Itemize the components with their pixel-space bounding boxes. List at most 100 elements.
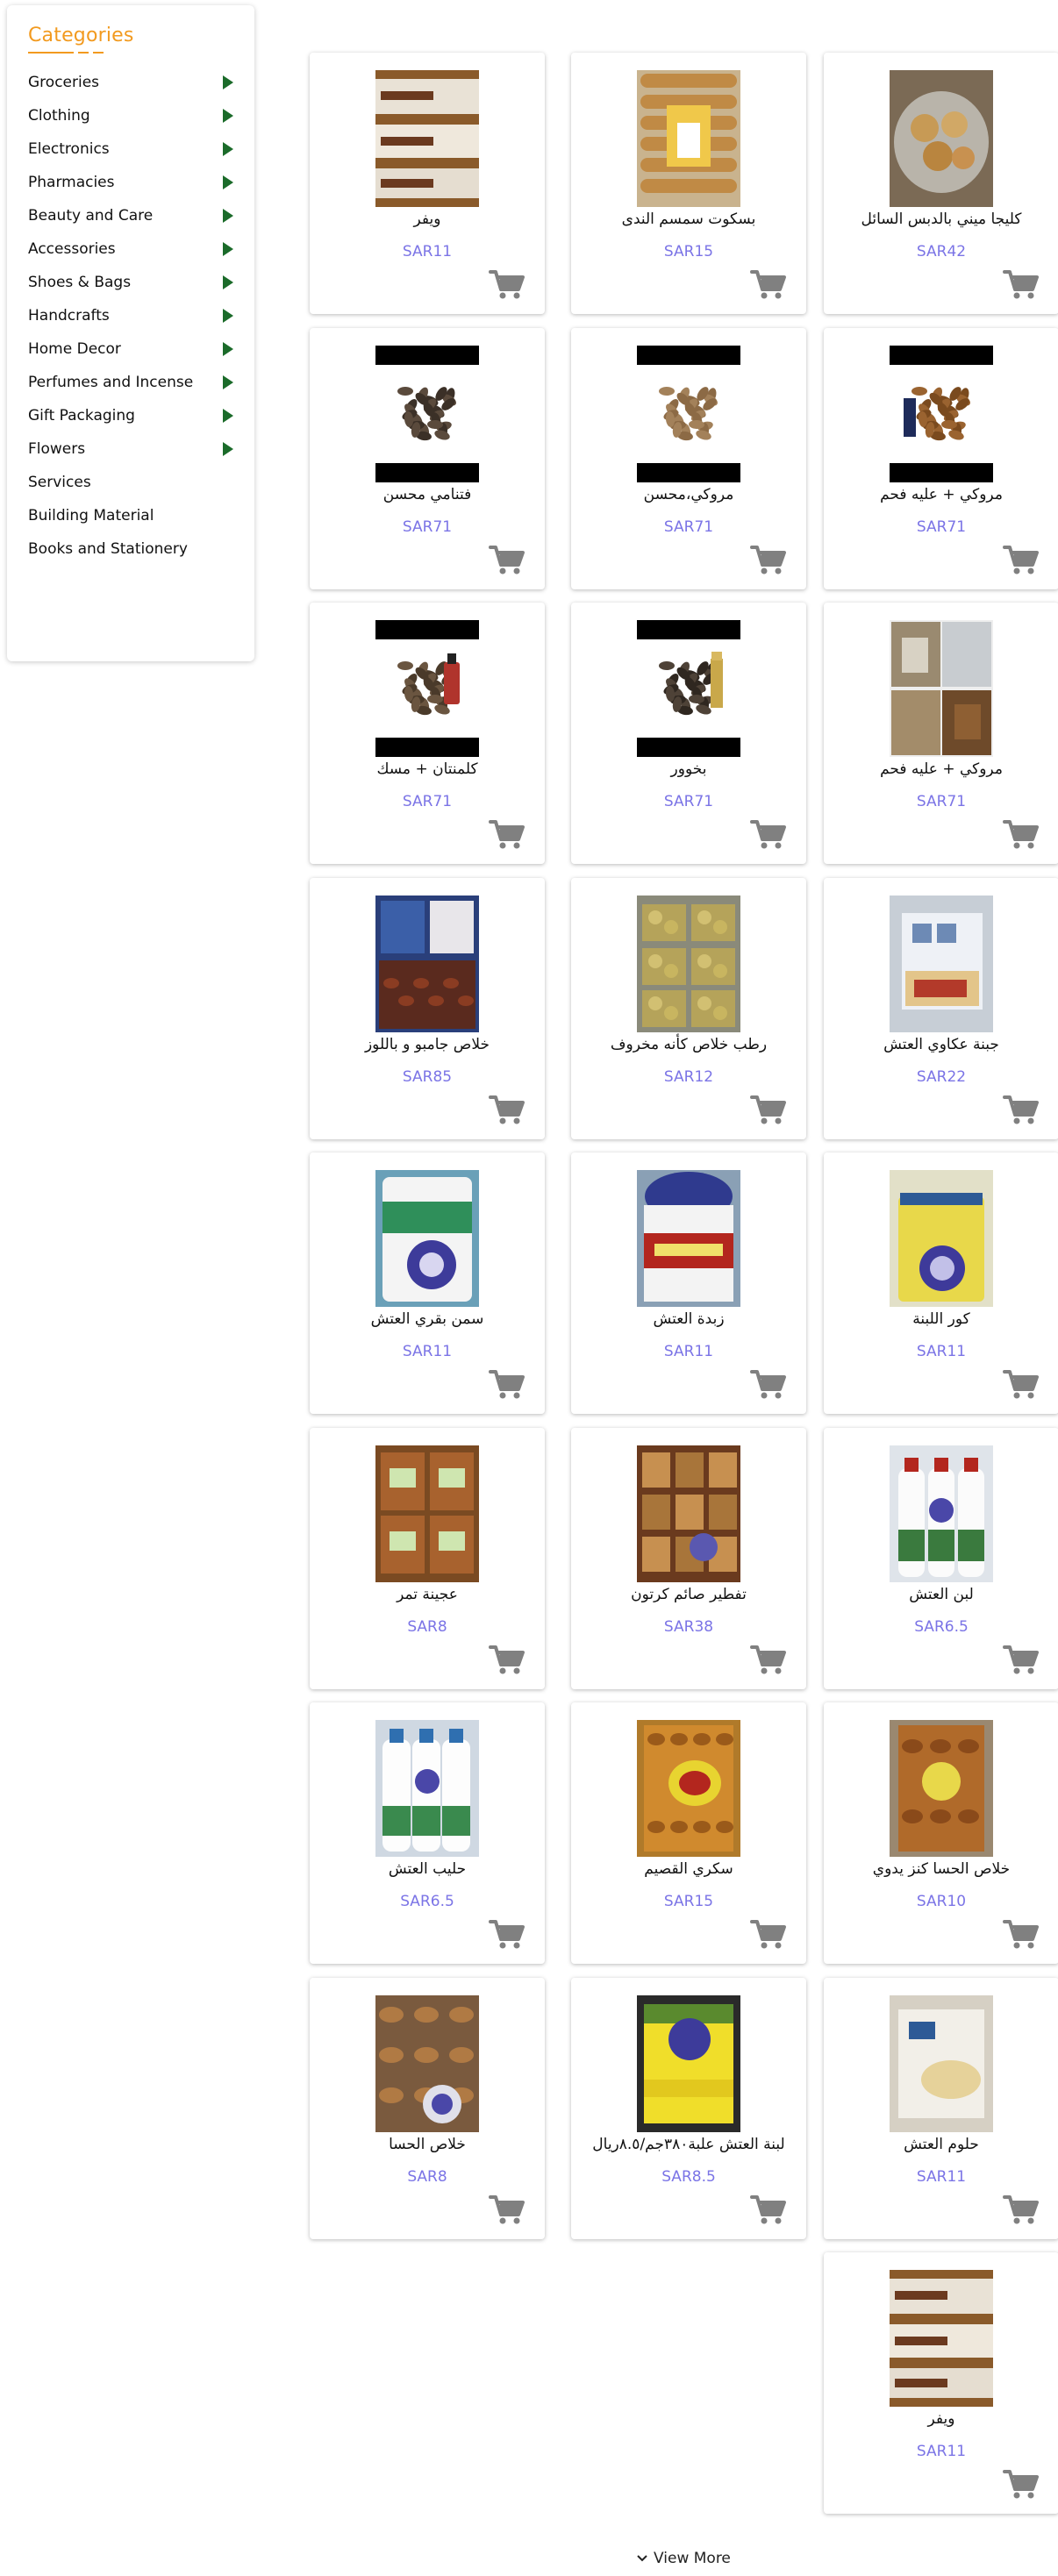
product-image[interactable]: [375, 1445, 479, 1582]
product-image[interactable]: [890, 896, 993, 1032]
add-to-cart-icon[interactable]: [1003, 1644, 1040, 1675]
product-card[interactable]: حليب العتش SAR6.5: [310, 1702, 545, 1964]
product-name[interactable]: كليجا ميني بالدبس السائل: [824, 211, 1058, 228]
product-card[interactable]: كور اللبنة SAR11: [824, 1152, 1058, 1414]
add-to-cart-icon[interactable]: [489, 818, 525, 850]
product-name[interactable]: سمن بقري العتش: [310, 1310, 545, 1328]
product-name[interactable]: بخوور: [571, 760, 806, 778]
product-image[interactable]: [890, 2270, 993, 2407]
expand-arrow-icon[interactable]: [223, 409, 233, 423]
add-to-cart-icon[interactable]: [1003, 1918, 1040, 1950]
product-name[interactable]: تفطير صائم كرتون: [571, 1586, 806, 1603]
product-image[interactable]: [637, 1445, 740, 1582]
category-item[interactable]: Accessories: [28, 232, 235, 266]
product-card[interactable]: زبدة العتش SAR11: [571, 1152, 806, 1414]
add-to-cart-icon[interactable]: [750, 2194, 787, 2225]
add-to-cart-icon[interactable]: [750, 818, 787, 850]
category-item[interactable]: Pharmacies: [28, 166, 235, 199]
add-to-cart-icon[interactable]: [489, 268, 525, 300]
product-image[interactable]: [375, 896, 479, 1032]
product-image[interactable]: [637, 1720, 740, 1857]
product-name[interactable]: ويفر: [310, 211, 545, 228]
product-card[interactable]: ويفر SAR11: [824, 2252, 1058, 2514]
expand-arrow-icon[interactable]: [223, 142, 233, 156]
add-to-cart-icon[interactable]: [489, 1094, 525, 1125]
product-name[interactable]: حلوم العتش: [824, 2136, 1058, 2153]
product-image[interactable]: [637, 346, 740, 482]
product-name[interactable]: رطب خلاص كأنه مخروف: [571, 1036, 806, 1053]
product-card[interactable]: عجينة تمر SAR8: [310, 1428, 545, 1689]
product-name[interactable]: خلاص الحسا: [310, 2136, 545, 2153]
product-card[interactable]: فتنامي محسن SAR71: [310, 328, 545, 589]
add-to-cart-icon[interactable]: [1003, 818, 1040, 850]
product-image[interactable]: [637, 1170, 740, 1307]
add-to-cart-icon[interactable]: [750, 268, 787, 300]
product-card[interactable]: لبنة العتش علبة٣٨٠جم/٨.٥ريال SAR8.5: [571, 1978, 806, 2239]
product-card[interactable]: سكري القصيم SAR15: [571, 1702, 806, 1964]
expand-arrow-icon[interactable]: [223, 442, 233, 456]
expand-arrow-icon[interactable]: [223, 242, 233, 256]
product-name[interactable]: خلاص الحسا كنز يدوي: [824, 1860, 1058, 1878]
product-card[interactable]: مروكي + عليه فحم SAR71: [824, 328, 1058, 589]
product-name[interactable]: كلمنتان + مسك: [310, 760, 545, 778]
add-to-cart-icon[interactable]: [1003, 1368, 1040, 1400]
product-image[interactable]: [637, 70, 740, 207]
product-card[interactable]: مروكي + عليه فحم SAR71: [824, 603, 1058, 864]
category-item[interactable]: Building Material: [28, 499, 235, 532]
product-image[interactable]: [637, 896, 740, 1032]
product-card[interactable]: خلاص الحسا كنز يدوي SAR10: [824, 1702, 1058, 1964]
product-name[interactable]: فتنامي محسن: [310, 486, 545, 503]
product-image[interactable]: [375, 620, 479, 757]
add-to-cart-icon[interactable]: [1003, 1094, 1040, 1125]
product-name[interactable]: بسكوت سمسم الندى: [571, 211, 806, 228]
add-to-cart-icon[interactable]: [750, 1368, 787, 1400]
add-to-cart-icon[interactable]: [489, 1918, 525, 1950]
product-image[interactable]: [890, 346, 993, 482]
product-card[interactable]: مروكي،محسن SAR71: [571, 328, 806, 589]
expand-arrow-icon[interactable]: [223, 109, 233, 123]
product-card[interactable]: خلاص جامبو و باللوز SAR85: [310, 878, 545, 1139]
product-card[interactable]: خلاص الحسا SAR8: [310, 1978, 545, 2239]
product-card[interactable]: رطب خلاص كأنه مخروف SAR12: [571, 878, 806, 1139]
category-item[interactable]: Groceries: [28, 66, 235, 99]
product-image[interactable]: [890, 620, 993, 757]
add-to-cart-icon[interactable]: [489, 2194, 525, 2225]
product-image[interactable]: [890, 70, 993, 207]
expand-arrow-icon[interactable]: [223, 75, 233, 89]
add-to-cart-icon[interactable]: [750, 544, 787, 575]
product-name[interactable]: عجينة تمر: [310, 1586, 545, 1603]
category-item[interactable]: Handcrafts: [28, 299, 235, 332]
product-name[interactable]: كور اللبنة: [824, 1310, 1058, 1328]
add-to-cart-icon[interactable]: [1003, 2468, 1040, 2500]
product-name[interactable]: لبنة العتش علبة٣٨٠جم/٨.٥ريال: [571, 2136, 806, 2153]
category-item[interactable]: Electronics: [28, 132, 235, 166]
expand-arrow-icon[interactable]: [223, 309, 233, 323]
expand-arrow-icon[interactable]: [223, 375, 233, 389]
category-item[interactable]: Shoes & Bags: [28, 266, 235, 299]
product-name[interactable]: حليب العتش: [310, 1860, 545, 1878]
product-image[interactable]: [890, 1720, 993, 1857]
add-to-cart-icon[interactable]: [489, 1368, 525, 1400]
product-name[interactable]: مروكي،محسن: [571, 486, 806, 503]
add-to-cart-icon[interactable]: [489, 544, 525, 575]
product-image[interactable]: [375, 70, 479, 207]
category-item[interactable]: Gift Packaging: [28, 399, 235, 432]
product-name[interactable]: ويفر: [824, 2410, 1058, 2428]
expand-arrow-icon[interactable]: [223, 175, 233, 189]
category-item[interactable]: Clothing: [28, 99, 235, 132]
add-to-cart-icon[interactable]: [1003, 2194, 1040, 2225]
product-image[interactable]: [375, 1995, 479, 2132]
category-item[interactable]: Perfumes and Incense: [28, 366, 235, 399]
product-name[interactable]: مروكي + عليه فحم: [824, 486, 1058, 503]
product-image[interactable]: [375, 346, 479, 482]
product-card[interactable]: بسكوت سمسم الندى SAR15: [571, 53, 806, 314]
product-card[interactable]: سمن بقري العتش SAR11: [310, 1152, 545, 1414]
product-card[interactable]: تفطير صائم كرتون SAR38: [571, 1428, 806, 1689]
view-more-button[interactable]: View More: [636, 2550, 731, 2567]
product-image[interactable]: [637, 1995, 740, 2132]
product-card[interactable]: بخوور SAR71: [571, 603, 806, 864]
category-item[interactable]: Beauty and Care: [28, 199, 235, 232]
add-to-cart-icon[interactable]: [1003, 544, 1040, 575]
add-to-cart-icon[interactable]: [750, 1918, 787, 1950]
add-to-cart-icon[interactable]: [1003, 268, 1040, 300]
